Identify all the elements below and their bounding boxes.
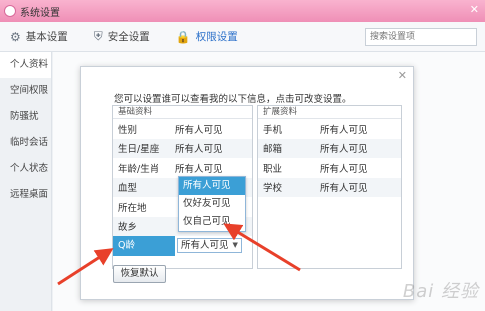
title-bar: 系统设置 ✕ <box>0 0 485 22</box>
field-label: Q龄 <box>113 236 175 256</box>
sidebar-item-temp-chat[interactable]: 临时会话 <box>0 130 51 156</box>
field-value: 所有人可见 <box>320 183 368 195</box>
window-title: 系统设置 <box>20 7 60 19</box>
tool-label: 安全设置 <box>107 31 150 43</box>
chevron-down-icon: ▼ <box>232 241 238 250</box>
table-row[interactable]: 年龄/生肖 所有人可见 <box>113 158 252 178</box>
field-value: 所有人可见 <box>320 124 368 136</box>
field-label: 血型 <box>118 183 138 195</box>
tool-label: 权限设置 <box>195 31 238 43</box>
dialog-close-icon[interactable]: ✕ <box>398 69 407 82</box>
tool-basic-settings[interactable]: ⚙ 基本设置 <box>10 29 68 44</box>
table-row[interactable]: 生日/星座 所有人可见 <box>113 138 252 158</box>
tool-security-settings[interactable]: ⛨ 安全设置 <box>94 29 150 44</box>
field-value: 所有人可见 <box>175 124 223 136</box>
table-row[interactable]: 职业 所有人可见 <box>258 158 401 178</box>
reset-default-button[interactable]: 恢复默认 <box>113 265 166 283</box>
privacy-dialog: ✕ 您可以设置谁可以查看我的以下信息，点击可改变设置。 基础资料 性别 所有人可… <box>80 66 414 300</box>
sidebar: 个人资料 空间权限 防骚扰 临时会话 个人状态 远程桌面 <box>0 52 52 311</box>
select-value: 所有人可见 <box>181 240 229 252</box>
table-row-selected[interactable]: Q龄 所有人可见 ▼ <box>113 236 252 256</box>
field-label: 职业 <box>263 163 283 175</box>
field-label: 学校 <box>263 183 283 195</box>
sidebar-item-space[interactable]: 空间权限 <box>0 78 51 104</box>
table-row[interactable]: 性别 所有人可见 <box>113 119 252 139</box>
field-value: 所有人可见 <box>320 144 368 156</box>
dropdown-option-friends[interactable]: 仅好友可见 <box>179 195 245 213</box>
sidebar-item-profile[interactable]: 个人资料 <box>0 52 51 78</box>
field-label: 性别 <box>118 124 138 136</box>
tool-permission-settings[interactable]: 🔒 权限设置 <box>176 29 238 44</box>
dropdown-option-everyone[interactable]: 所有人可见 <box>179 177 245 195</box>
extended-info-panel: 扩展资料 手机 所有人可见 邮箱 所有人可见 职业 所有人可见 学校 所有人可见 <box>257 105 402 269</box>
sidebar-item-anti-harass[interactable]: 防骚扰 <box>0 104 51 130</box>
field-label: 生日/星座 <box>118 144 160 156</box>
app-icon <box>4 5 16 17</box>
field-label: 邮箱 <box>263 144 283 156</box>
search-input[interactable] <box>365 28 477 46</box>
sidebar-item-status[interactable]: 个人状态 <box>0 156 51 182</box>
field-label: 所在地 <box>118 202 147 214</box>
field-value: 所有人可见 <box>175 144 223 156</box>
dialog-description: 您可以设置谁可以查看我的以下信息，点击可改变设置。 <box>114 94 352 105</box>
field-label: 手机 <box>263 124 283 136</box>
close-icon[interactable]: ✕ <box>470 3 479 16</box>
field-label: 故乡 <box>118 222 138 234</box>
dropdown-option-self[interactable]: 仅自己可见 <box>179 213 245 231</box>
toolbar: ⚙ 基本设置 ⛨ 安全设置 🔒 权限设置 <box>0 22 485 52</box>
field-value: 所有人可见 <box>175 163 223 175</box>
shield-icon: ⛨ <box>93 29 103 43</box>
gear-icon: ⚙ <box>10 29 21 44</box>
sidebar-item-remote[interactable]: 远程桌面 <box>0 182 51 208</box>
table-row[interactable]: 邮箱 所有人可见 <box>258 138 401 158</box>
table-row[interactable]: 学校 所有人可见 <box>258 177 401 197</box>
field-value: 所有人可见 <box>320 163 368 175</box>
lock-icon: 🔒 <box>175 29 191 44</box>
visibility-dropdown-menu: 所有人可见 仅好友可见 仅自己可见 <box>178 176 246 232</box>
panel-header: 扩展资料 <box>258 106 401 119</box>
tool-label: 基本设置 <box>25 31 68 43</box>
watermark: Bai 经验 <box>402 281 479 302</box>
panel-header: 基础资料 <box>113 106 252 119</box>
field-label: 年龄/生肖 <box>118 163 160 175</box>
visibility-select[interactable]: 所有人可见 ▼ <box>177 238 242 254</box>
table-row[interactable]: 手机 所有人可见 <box>258 119 401 139</box>
